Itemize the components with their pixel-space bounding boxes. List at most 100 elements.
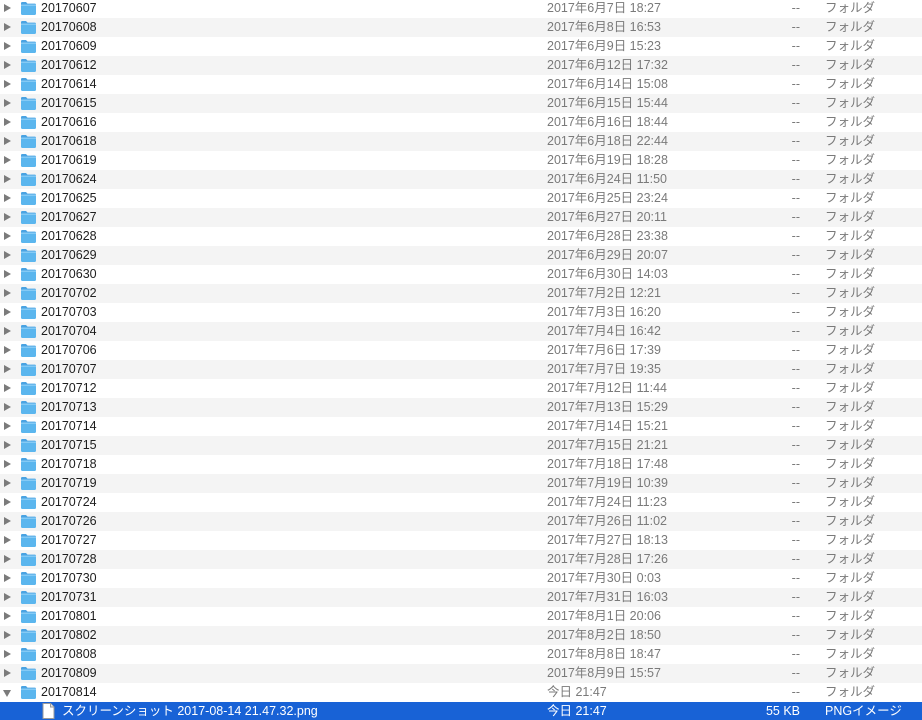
file-row[interactable]: 20170612 2017年6月12日 17:32 -- フォルダ: [0, 56, 922, 75]
disclosure-triangle-right-icon[interactable]: [4, 422, 11, 430]
file-row[interactable]: 20170630 2017年6月30日 14:03 -- フォルダ: [0, 265, 922, 284]
file-name: 20170724: [41, 495, 97, 509]
folder-icon: [21, 420, 36, 433]
file-size: --: [791, 628, 800, 642]
file-row[interactable]: 20170614 2017年6月14日 15:08 -- フォルダ: [0, 75, 922, 94]
disclosure-triangle-right-icon[interactable]: [4, 574, 11, 582]
folder-icon: [21, 667, 36, 680]
disclosure-triangle-right-icon[interactable]: [4, 175, 11, 183]
file-row[interactable]: 20170728 2017年7月28日 17:26 -- フォルダ: [0, 550, 922, 569]
disclosure-triangle-right-icon[interactable]: [4, 669, 11, 677]
disclosure-triangle-right-icon[interactable]: [4, 270, 11, 278]
disclosure-triangle-right-icon[interactable]: [4, 137, 11, 145]
disclosure-triangle-right-icon[interactable]: [4, 365, 11, 373]
file-row[interactable]: 20170706 2017年7月6日 17:39 -- フォルダ: [0, 341, 922, 360]
file-row[interactable]: 20170809 2017年8月9日 15:57 -- フォルダ: [0, 664, 922, 683]
file-row[interactable]: 20170616 2017年6月16日 18:44 -- フォルダ: [0, 113, 922, 132]
disclosure-triangle-right-icon[interactable]: [4, 61, 11, 69]
disclosure-triangle-right-icon[interactable]: [4, 441, 11, 449]
disclosure-triangle-down-icon[interactable]: [3, 690, 11, 697]
disclosure-triangle-right-icon[interactable]: [4, 593, 11, 601]
file-row[interactable]: 20170619 2017年6月19日 18:28 -- フォルダ: [0, 151, 922, 170]
file-row[interactable]: 20170730 2017年7月30日 0:03 -- フォルダ: [0, 569, 922, 588]
file-name: 20170614: [41, 77, 97, 91]
file-row[interactable]: 20170625 2017年6月25日 23:24 -- フォルダ: [0, 189, 922, 208]
file-size: --: [791, 153, 800, 167]
file-row[interactable]: 20170808 2017年8月8日 18:47 -- フォルダ: [0, 645, 922, 664]
disclosure-triangle-right-icon[interactable]: [4, 612, 11, 620]
file-kind: フォルダ: [825, 153, 876, 167]
file-row[interactable]: 20170615 2017年6月15日 15:44 -- フォルダ: [0, 94, 922, 113]
file-row[interactable]: 20170713 2017年7月13日 15:29 -- フォルダ: [0, 398, 922, 417]
modified-date: 2017年7月19日 10:39: [547, 476, 668, 490]
file-size: --: [791, 115, 800, 129]
file-kind: フォルダ: [825, 457, 876, 471]
disclosure-triangle-right-icon[interactable]: [4, 631, 11, 639]
disclosure-triangle-right-icon[interactable]: [4, 42, 11, 50]
disclosure-triangle-right-icon[interactable]: [4, 80, 11, 88]
disclosure-triangle-right-icon[interactable]: [4, 251, 11, 259]
file-row[interactable]: 20170707 2017年7月7日 19:35 -- フォルダ: [0, 360, 922, 379]
disclosure-triangle-right-icon[interactable]: [4, 232, 11, 240]
disclosure-triangle-right-icon[interactable]: [4, 384, 11, 392]
file-row[interactable]: 20170607 2017年6月7日 18:27 -- フォルダ: [0, 0, 922, 18]
file-size: --: [791, 514, 800, 528]
file-row[interactable]: 20170608 2017年6月8日 16:53 -- フォルダ: [0, 18, 922, 37]
file-name: 20170624: [41, 172, 97, 186]
file-name: 20170801: [41, 609, 97, 623]
disclosure-triangle-right-icon[interactable]: [4, 555, 11, 563]
disclosure-triangle-right-icon[interactable]: [4, 650, 11, 658]
file-size: --: [791, 609, 800, 623]
file-row[interactable]: 20170629 2017年6月29日 20:07 -- フォルダ: [0, 246, 922, 265]
disclosure-triangle-right-icon[interactable]: [4, 99, 11, 107]
file-row[interactable]: 20170718 2017年7月18日 17:48 -- フォルダ: [0, 455, 922, 474]
file-row[interactable]: 20170712 2017年7月12日 11:44 -- フォルダ: [0, 379, 922, 398]
disclosure-triangle-right-icon[interactable]: [4, 194, 11, 202]
disclosure-triangle-right-icon[interactable]: [4, 308, 11, 316]
disclosure-triangle-right-icon[interactable]: [4, 346, 11, 354]
disclosure-triangle-right-icon[interactable]: [4, 289, 11, 297]
disclosure-triangle-right-icon[interactable]: [4, 517, 11, 525]
file-row[interactable]: 20170624 2017年6月24日 11:50 -- フォルダ: [0, 170, 922, 189]
file-row[interactable]: 20170724 2017年7月24日 11:23 -- フォルダ: [0, 493, 922, 512]
file-row[interactable]: 20170802 2017年8月2日 18:50 -- フォルダ: [0, 626, 922, 645]
file-size: --: [791, 685, 800, 699]
file-kind: フォルダ: [825, 172, 876, 186]
file-row[interactable]: 20170726 2017年7月26日 11:02 -- フォルダ: [0, 512, 922, 531]
file-row[interactable]: 20170814 今日 21:47 -- フォルダ: [0, 683, 922, 702]
file-row[interactable]: 20170618 2017年6月18日 22:44 -- フォルダ: [0, 132, 922, 151]
file-kind: フォルダ: [825, 267, 876, 281]
file-row[interactable]: 20170702 2017年7月2日 12:21 -- フォルダ: [0, 284, 922, 303]
disclosure-triangle-right-icon[interactable]: [4, 4, 11, 12]
file-size: --: [791, 590, 800, 604]
file-row[interactable]: 20170609 2017年6月9日 15:23 -- フォルダ: [0, 37, 922, 56]
file-name: 20170715: [41, 438, 97, 452]
file-row[interactable]: 20170715 2017年7月15日 21:21 -- フォルダ: [0, 436, 922, 455]
modified-date: 2017年6月18日 22:44: [547, 134, 668, 148]
file-kind: フォルダ: [825, 77, 876, 91]
file-name: 20170730: [41, 571, 97, 585]
disclosure-triangle-right-icon[interactable]: [4, 460, 11, 468]
disclosure-triangle-right-icon[interactable]: [4, 23, 11, 31]
file-row[interactable]: 20170704 2017年7月4日 16:42 -- フォルダ: [0, 322, 922, 341]
file-row[interactable]: 20170703 2017年7月3日 16:20 -- フォルダ: [0, 303, 922, 322]
file-row[interactable]: 20170727 2017年7月27日 18:13 -- フォルダ: [0, 531, 922, 550]
modified-date: 2017年6月8日 16:53: [547, 20, 661, 34]
file-list[interactable]: 20170607 2017年6月7日 18:27 -- フォルダ 2017060…: [0, 0, 922, 720]
disclosure-triangle-right-icon[interactable]: [4, 327, 11, 335]
file-row-selected[interactable]: スクリーンショット 2017-08-14 21.47.32.png 今日 21:…: [0, 702, 922, 720]
disclosure-triangle-right-icon[interactable]: [4, 403, 11, 411]
disclosure-triangle-right-icon[interactable]: [4, 479, 11, 487]
disclosure-triangle-right-icon[interactable]: [4, 536, 11, 544]
file-row[interactable]: 20170801 2017年8月1日 20:06 -- フォルダ: [0, 607, 922, 626]
file-row[interactable]: 20170731 2017年7月31日 16:03 -- フォルダ: [0, 588, 922, 607]
disclosure-triangle-right-icon[interactable]: [4, 156, 11, 164]
disclosure-triangle-right-icon[interactable]: [4, 213, 11, 221]
disclosure-triangle-right-icon[interactable]: [4, 118, 11, 126]
file-row[interactable]: 20170714 2017年7月14日 15:21 -- フォルダ: [0, 417, 922, 436]
file-row[interactable]: 20170719 2017年7月19日 10:39 -- フォルダ: [0, 474, 922, 493]
disclosure-triangle-right-icon[interactable]: [4, 498, 11, 506]
modified-date: 2017年7月4日 16:42: [547, 324, 661, 338]
file-row[interactable]: 20170628 2017年6月28日 23:38 -- フォルダ: [0, 227, 922, 246]
file-row[interactable]: 20170627 2017年6月27日 20:11 -- フォルダ: [0, 208, 922, 227]
